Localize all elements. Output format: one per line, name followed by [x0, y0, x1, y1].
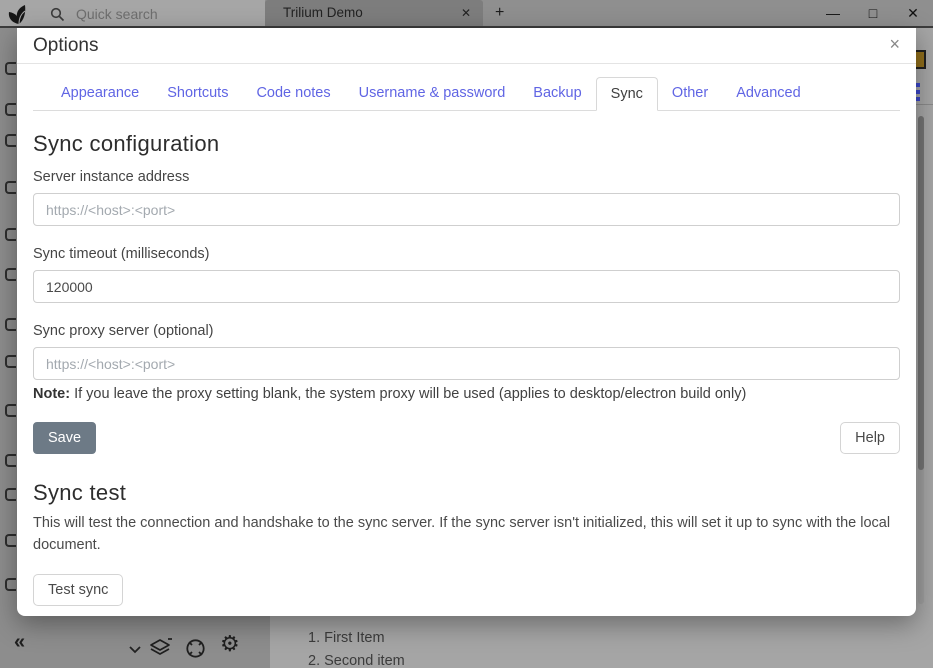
proxy-label: Sync proxy server (optional): [33, 323, 900, 339]
title-bar-left: Quick search: [0, 0, 265, 26]
tab-advanced[interactable]: Advanced: [722, 77, 815, 110]
title-bar: Quick search Trilium Demo ✕ + — □ ✕: [0, 0, 933, 28]
options-tab-bar: Appearance Shortcuts Code notes Username…: [33, 77, 900, 111]
globe-icon[interactable]: [184, 637, 207, 665]
chevron-down-icon[interactable]: [129, 641, 141, 659]
app-tab-title: Trilium Demo: [283, 0, 363, 26]
server-address-input[interactable]: [33, 193, 900, 226]
launcher-icon-fragment: [5, 355, 16, 368]
window-controls: — □ ✕: [813, 0, 933, 26]
launcher-icon-fragment: [5, 454, 16, 467]
ellipsis-menu-icon: [916, 83, 920, 104]
tab-appearance[interactable]: Appearance: [47, 77, 153, 110]
launcher-icon-fragment: [5, 578, 16, 591]
ribbon-divider: [916, 104, 933, 105]
launcher-icon-fragment: [5, 103, 16, 116]
sync-timeout-field-group: Sync timeout (milliseconds): [33, 246, 900, 303]
save-help-row: Save Help: [33, 422, 900, 454]
launcher-icon-fragment: [5, 228, 16, 241]
title-bar-tabs: Trilium Demo ✕ + — □ ✕: [265, 0, 933, 26]
sync-timeout-input[interactable]: [33, 270, 900, 303]
help-button[interactable]: Help: [840, 422, 900, 454]
tab-backup[interactable]: Backup: [519, 77, 595, 110]
collapse-tree-button[interactable]: «: [14, 631, 25, 654]
launcher-icon-fragment: [5, 134, 16, 147]
maximize-button[interactable]: □: [853, 0, 893, 26]
options-dialog-header: Options ×: [17, 28, 916, 64]
dialog-title: Options: [33, 35, 98, 57]
launcher-icon-fragment: [5, 534, 16, 547]
launcher-icon-fragment: [5, 318, 16, 331]
tab-shortcuts[interactable]: Shortcuts: [153, 77, 242, 110]
gear-icon[interactable]: ⚙: [220, 632, 240, 657]
options-dialog: Options × Appearance Shortcuts Code note…: [17, 28, 916, 616]
search-icon: [50, 7, 65, 27]
sync-settings-panel: Sync configuration Server instance addre…: [17, 111, 916, 606]
server-address-field-group: Server instance address: [33, 169, 900, 226]
note-list-item: 1. First Item: [308, 630, 385, 646]
dialog-close-icon[interactable]: ×: [889, 34, 900, 55]
server-address-label: Server instance address: [33, 169, 900, 185]
note-prefix: Note:: [33, 386, 70, 402]
app-tab[interactable]: Trilium Demo ✕: [265, 0, 483, 26]
launcher-icon-fragment: [5, 268, 16, 281]
minimize-button[interactable]: —: [813, 0, 853, 26]
tab-username-password[interactable]: Username & password: [345, 77, 520, 110]
tab-sync[interactable]: Sync: [596, 77, 658, 111]
close-window-button[interactable]: ✕: [893, 0, 933, 26]
tab-close-icon[interactable]: ✕: [461, 0, 471, 26]
save-button[interactable]: Save: [33, 422, 96, 454]
sync-timeout-label: Sync timeout (milliseconds): [33, 246, 900, 262]
new-tab-button[interactable]: +: [495, 0, 504, 26]
launcher-icon-fragment: [5, 62, 16, 75]
sync-test-description: This will test the connection and handsh…: [33, 512, 895, 556]
note-list-item: 2. Second item: [308, 653, 405, 668]
sync-configuration-heading: Sync configuration: [33, 131, 900, 157]
launcher-icon-fragment: [5, 181, 16, 194]
note-text: If you leave the proxy setting blank, th…: [70, 386, 746, 402]
tab-code-notes[interactable]: Code notes: [242, 77, 344, 110]
launcher-icon-fragment: [5, 488, 16, 501]
launcher-icon-fragment: [5, 404, 16, 417]
proxy-input[interactable]: [33, 347, 900, 380]
proxy-field-group: Sync proxy server (optional): [33, 323, 900, 380]
proxy-note: Note: If you leave the proxy setting bla…: [33, 386, 900, 402]
tab-other[interactable]: Other: [658, 77, 722, 110]
test-sync-button[interactable]: Test sync: [33, 574, 123, 606]
scrollbar-thumb[interactable]: [918, 116, 924, 470]
sync-test-heading: Sync test: [33, 480, 900, 506]
quick-search-input[interactable]: Quick search: [76, 6, 158, 22]
layers-icon[interactable]: [148, 636, 173, 666]
